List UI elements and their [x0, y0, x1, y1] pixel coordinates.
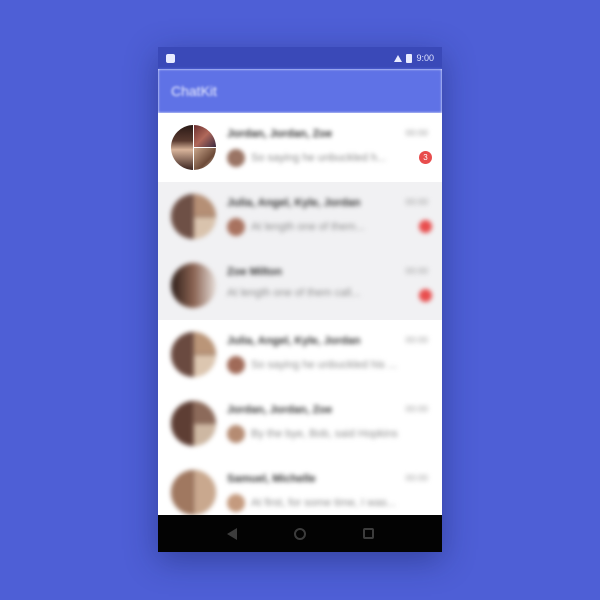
dialog-name: Zoe Milton	[227, 266, 282, 278]
unread-badge: 3	[419, 151, 432, 164]
notification-icon	[166, 53, 175, 63]
sender-avatar	[227, 218, 245, 236]
unread-badge	[419, 220, 432, 233]
dialog-content: Jordan, Jordan, Zoe 00:00 So saying he u…	[227, 113, 432, 182]
sender-avatar	[227, 425, 245, 443]
dialog-name: Jordan, Jordan, Zoe	[227, 128, 333, 140]
phone-frame: 9:00 ChatKit Jordan, Jordan, Zoe 00:00 S…	[158, 47, 442, 552]
group-avatar	[171, 401, 216, 446]
group-avatar	[171, 125, 216, 170]
dialogs-list[interactable]: Jordan, Jordan, Zoe 00:00 So saying he u…	[158, 113, 442, 515]
dialog-time: 00:00	[405, 197, 428, 207]
dialog-content: Julia, Angel, Kyle, Jordan 00:00 At leng…	[227, 182, 432, 251]
dialog-content: Jordan, Jordan, Zoe 00:00 By the bye, Bo…	[227, 389, 432, 458]
dialog-last-message: At first, for some time, I was...	[227, 494, 410, 512]
dialog-message: So saying he unbuckled his ...	[251, 359, 398, 371]
unread-badge	[419, 289, 432, 302]
navigation-bar	[158, 515, 442, 552]
dialog-content: Zoe Milton 00:00 At length one of them c…	[227, 251, 432, 320]
dialog-time: 00:00	[405, 128, 428, 138]
dialog-row[interactable]: Jordan, Jordan, Zoe 00:00 So saying he u…	[158, 113, 442, 182]
dialog-name: Jordan, Jordan, Zoe	[227, 404, 333, 416]
dialog-last-message: At length one of them...	[227, 218, 410, 236]
dialog-message: At first, for some time, I was...	[251, 497, 396, 509]
dialog-row[interactable]: Zoe Milton 00:00 At length one of them c…	[158, 251, 442, 320]
dialog-time: 00:00	[405, 266, 428, 276]
dialog-last-message: At length one of them call...	[227, 287, 410, 299]
dialog-row[interactable]: Julia, Angel, Kyle, Jordan 00:00 So sayi…	[158, 320, 442, 389]
dialog-message: So saying he unbuckled h...	[251, 152, 387, 164]
group-avatar	[171, 470, 216, 515]
dialog-content: Samuel, Michelle 00:00 At first, for som…	[227, 458, 432, 515]
dialog-content: Julia, Angel, Kyle, Jordan 00:00 So sayi…	[227, 320, 432, 389]
user-avatar	[171, 263, 216, 308]
dialog-row[interactable]: Samuel, Michelle 00:00 At first, for som…	[158, 458, 442, 515]
status-time: 9:00	[416, 53, 434, 63]
group-avatar	[171, 194, 216, 239]
battery-icon	[406, 53, 413, 63]
dialog-name: Samuel, Michelle	[227, 473, 316, 485]
dialog-last-message: So saying he unbuckled h...	[227, 149, 410, 167]
group-avatar	[171, 332, 216, 377]
dialog-last-message: So saying he unbuckled his ...	[227, 356, 410, 374]
status-icons: 9:00	[394, 53, 434, 63]
dialog-row[interactable]: Julia, Angel, Kyle, Jordan 00:00 At leng…	[158, 182, 442, 251]
dialog-row[interactable]: Jordan, Jordan, Zoe 00:00 By the bye, Bo…	[158, 389, 442, 458]
dialog-time: 00:00	[405, 335, 428, 345]
app-title: ChatKit	[171, 83, 217, 99]
back-icon[interactable]	[226, 527, 237, 540]
dialog-name: Julia, Angel, Kyle, Jordan	[227, 335, 361, 347]
dialog-message: At length one of them...	[251, 221, 365, 233]
recents-icon[interactable]	[362, 528, 374, 539]
dialog-time: 00:00	[405, 404, 428, 414]
sender-avatar	[227, 356, 245, 374]
dialog-name: Julia, Angel, Kyle, Jordan	[227, 197, 361, 209]
app-bar: ChatKit	[158, 69, 442, 113]
wifi-icon	[394, 54, 403, 62]
sender-avatar	[227, 494, 245, 512]
dialog-last-message: By the bye, Bob, said Hopkins	[227, 425, 410, 443]
sender-avatar	[227, 149, 245, 167]
status-bar: 9:00	[158, 47, 442, 69]
dialog-time: 00:00	[405, 473, 428, 483]
dialog-message: At length one of them call...	[227, 287, 361, 299]
dialog-message: By the bye, Bob, said Hopkins	[251, 428, 398, 440]
home-icon[interactable]	[293, 527, 306, 540]
